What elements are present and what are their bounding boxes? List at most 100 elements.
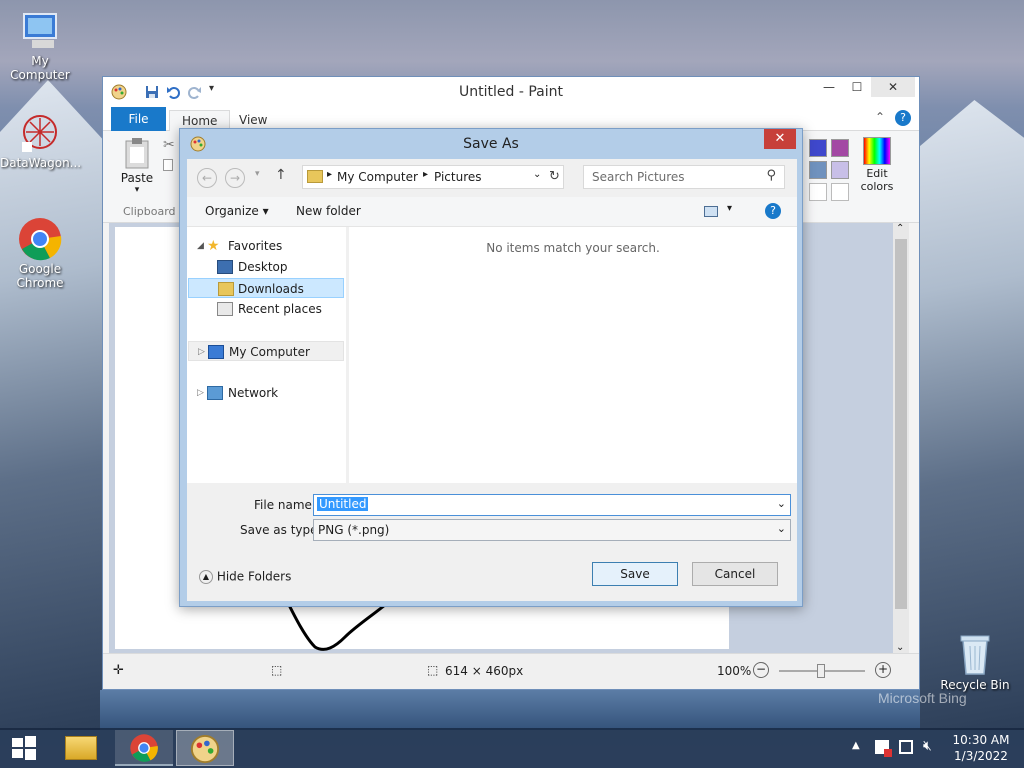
computer-icon bbox=[208, 345, 224, 359]
zoom-level: 100% bbox=[717, 664, 752, 678]
change-view-icon[interactable] bbox=[704, 206, 718, 217]
up-button[interactable]: ↑ bbox=[275, 167, 287, 183]
clock[interactable]: 10:30 AM 1/3/2022 bbox=[948, 732, 1014, 764]
desktop-icon-my-computer[interactable]: My Computer bbox=[0, 10, 80, 82]
file-list[interactable]: No items match your search. bbox=[349, 227, 797, 483]
file-name-field[interactable]: Untitled ⌄ bbox=[313, 494, 791, 516]
breadcrumb-my-computer[interactable]: My Computer bbox=[337, 170, 418, 184]
show-hidden-icons-icon[interactable]: ▲ bbox=[852, 740, 860, 751]
desktop-icon-label: My Computer bbox=[10, 54, 70, 82]
save-type-select[interactable]: PNG (*.png) ⌄ bbox=[313, 519, 791, 541]
nav-network[interactable]: ▷ Network bbox=[187, 383, 347, 403]
tab-file[interactable]: File bbox=[111, 107, 166, 131]
cancel-button[interactable]: Cancel bbox=[692, 562, 778, 586]
collapse-ribbon-icon[interactable]: ⌃ bbox=[875, 110, 885, 124]
network-status-icon[interactable] bbox=[899, 740, 913, 754]
color-spectrum-icon bbox=[863, 137, 891, 165]
close-button[interactable]: ✕ bbox=[871, 77, 915, 97]
maximize-button[interactable]: ☐ bbox=[843, 77, 871, 97]
nav-downloads[interactable]: Downloads bbox=[188, 278, 344, 298]
desktop-icon-label-line2: Chrome bbox=[16, 276, 64, 290]
hide-folders-label: Hide Folders bbox=[216, 569, 292, 584]
paste-dropdown-icon[interactable]: ▾ bbox=[117, 185, 157, 195]
save-as-dialog: Save As ✕ ← → ▾ ↑ ▸ My Computer ▸ Pictur… bbox=[179, 128, 803, 607]
organize-button[interactable]: Organize ▾ bbox=[205, 204, 269, 218]
action-center-icon[interactable] bbox=[875, 740, 892, 757]
dialog-help-icon[interactable]: ? bbox=[765, 203, 781, 219]
taskbar-file-explorer[interactable] bbox=[52, 730, 110, 766]
nav-recent-places[interactable]: Recent places bbox=[187, 299, 347, 319]
address-dropdown-icon[interactable]: ⌄ bbox=[533, 169, 541, 180]
hide-folders-button[interactable]: ▲ Hide Folders bbox=[199, 569, 291, 584]
nav-my-computer[interactable]: ▷ My Computer bbox=[188, 341, 344, 361]
zoom-slider[interactable] bbox=[779, 664, 865, 678]
paste-button[interactable]: Paste ▾ bbox=[117, 135, 157, 205]
volume-muted-icon[interactable]: 🔇︎ bbox=[923, 738, 932, 754]
copy-icon[interactable] bbox=[163, 159, 173, 171]
nav-desktop[interactable]: Desktop bbox=[187, 257, 347, 277]
cursor-position-icon: ✛ bbox=[113, 663, 124, 678]
color-swatch[interactable] bbox=[809, 183, 827, 201]
folder-icon bbox=[307, 170, 323, 183]
bing-watermark: Microsoft Bing bbox=[878, 690, 967, 706]
breadcrumb-pictures[interactable]: Pictures bbox=[434, 170, 482, 184]
color-swatch[interactable] bbox=[831, 139, 849, 157]
color-swatch[interactable] bbox=[809, 139, 827, 157]
clipboard-icon bbox=[125, 138, 149, 169]
edit-colors-button[interactable]: Edit colors bbox=[855, 135, 899, 201]
expanded-chevron-icon[interactable]: ◢ bbox=[197, 236, 204, 256]
vertical-scrollbar[interactable]: ⌃ ⌄ bbox=[893, 223, 909, 653]
file-name-dropdown-icon[interactable]: ⌄ bbox=[777, 497, 786, 510]
color-swatch[interactable] bbox=[831, 161, 849, 179]
minimize-button[interactable]: — bbox=[815, 77, 843, 97]
desktop-icon-label-line1: Google bbox=[18, 262, 62, 276]
desktop-folder-icon bbox=[217, 260, 233, 274]
taskbar-paint[interactable] bbox=[176, 730, 234, 766]
star-icon: ★ bbox=[207, 238, 220, 254]
color-swatch[interactable] bbox=[809, 161, 827, 179]
navigation-pane: ◢ ★ Favorites Desktop Downloads Recent p… bbox=[187, 227, 347, 483]
file-explorer-icon bbox=[65, 736, 97, 760]
collapsed-chevron-icon[interactable]: ▷ bbox=[197, 383, 204, 403]
scroll-thumb[interactable] bbox=[895, 239, 907, 609]
chrome-icon bbox=[19, 218, 62, 261]
cut-icon[interactable]: ✂ bbox=[163, 137, 175, 153]
save-button[interactable]: Save bbox=[592, 562, 678, 586]
dialog-body: ← → ▾ ↑ ▸ My Computer ▸ Pictures ⌄ ↻ Sea… bbox=[187, 159, 797, 601]
nav-label: My Computer bbox=[229, 345, 310, 359]
zoom-in-button[interactable]: + bbox=[875, 662, 891, 678]
view-options-dropdown-icon[interactable]: ▾ bbox=[727, 203, 732, 214]
search-input[interactable]: Search Pictures ⚲ bbox=[583, 165, 785, 189]
scroll-up-icon[interactable]: ⌃ bbox=[896, 223, 904, 234]
address-bar[interactable]: ▸ My Computer ▸ Pictures ⌄ ↻ bbox=[302, 165, 564, 189]
desktop-icon-datawagon[interactable]: DataWagon... bbox=[0, 112, 81, 170]
zoom-out-button[interactable]: − bbox=[753, 662, 769, 678]
desktop-icon-google-chrome[interactable]: Google Chrome bbox=[0, 216, 80, 290]
start-button[interactable] bbox=[4, 734, 44, 762]
search-icon[interactable]: ⚲ bbox=[766, 168, 776, 183]
paint-titlebar: ▾ Untitled - Paint — ☐ ✕ bbox=[103, 77, 919, 107]
selection-size-icon: ⬚ bbox=[271, 663, 283, 677]
help-icon[interactable]: ? bbox=[895, 110, 911, 126]
recent-locations-icon[interactable]: ▾ bbox=[255, 169, 260, 179]
taskbar-chrome[interactable] bbox=[115, 730, 173, 766]
paint-palette-icon bbox=[190, 734, 220, 764]
color-swatch[interactable] bbox=[831, 183, 849, 201]
downloads-folder-icon bbox=[218, 282, 234, 296]
forward-button[interactable]: → bbox=[225, 168, 245, 188]
status-bar: ✛ ⬚ ⬚ 614 × 460px 100% − + bbox=[103, 653, 919, 689]
desktop-icon-recycle-bin[interactable]: Recycle Bin bbox=[935, 630, 1015, 692]
new-folder-button[interactable]: New folder bbox=[296, 204, 361, 218]
nav-label: Favorites bbox=[228, 239, 283, 253]
dialog-close-button[interactable]: ✕ bbox=[764, 129, 796, 149]
edit-colors-label-line2: colors bbox=[860, 180, 894, 193]
nav-label: Network bbox=[228, 386, 279, 400]
nav-label: Desktop bbox=[238, 260, 288, 274]
nav-favorites[interactable]: ◢ ★ Favorites bbox=[187, 236, 347, 256]
back-button[interactable]: ← bbox=[197, 168, 217, 188]
scroll-down-icon[interactable]: ⌄ bbox=[896, 642, 904, 653]
collapsed-chevron-icon[interactable]: ▷ bbox=[198, 342, 205, 362]
save-type-dropdown-icon[interactable]: ⌄ bbox=[777, 522, 786, 535]
refresh-icon[interactable]: ↻ bbox=[549, 169, 560, 184]
zoom-slider-thumb[interactable] bbox=[817, 664, 825, 678]
